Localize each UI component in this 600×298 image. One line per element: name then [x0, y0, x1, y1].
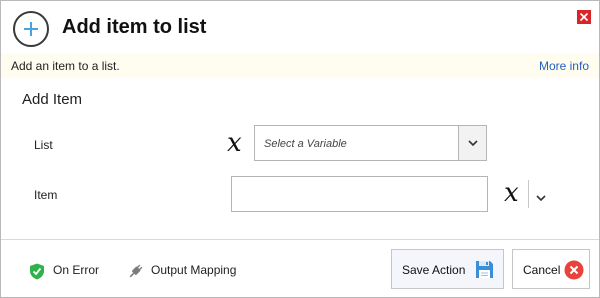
select-dropdown-button[interactable]: [458, 126, 486, 160]
save-action-label: Save Action: [402, 263, 466, 277]
description-text: Add an item to a list.: [11, 59, 120, 73]
close-icon: [579, 12, 589, 22]
plug-icon: [129, 264, 143, 278]
variable-x-icon[interactable]: x: [504, 180, 519, 206]
shield-check-icon: [30, 263, 44, 280]
info-bar: Add an item to a list. More info: [1, 53, 599, 78]
close-button[interactable]: [577, 10, 591, 24]
dialog-title: Add item to list: [62, 16, 207, 38]
cancel-circle-icon: [564, 260, 584, 280]
on-error-label: On Error: [53, 263, 100, 277]
footer-divider: [1, 239, 599, 240]
on-error-link[interactable]: On Error: [29, 263, 104, 280]
more-info-link[interactable]: More info: [539, 59, 589, 73]
separator: [528, 180, 529, 208]
chevron-down-icon: [468, 140, 478, 147]
output-mapping-label: Output Mapping: [151, 263, 237, 277]
chevron-down-icon: [536, 195, 546, 202]
list-label: List: [34, 138, 53, 152]
select-placeholder: Select a Variable: [264, 138, 347, 150]
save-action-button[interactable]: Save Action: [391, 249, 504, 289]
dialog-header: Add item to list: [1, 1, 599, 53]
floppy-disk-icon: [476, 261, 493, 278]
variable-x-icon[interactable]: x: [227, 130, 242, 156]
section-title: Add Item: [22, 91, 83, 108]
item-input[interactable]: [231, 176, 488, 212]
output-mapping-link[interactable]: Output Mapping: [127, 263, 247, 279]
item-label: Item: [34, 188, 58, 202]
cancel-label: Cancel: [523, 263, 561, 277]
list-variable-select[interactable]: Select a Variable: [254, 125, 487, 161]
cancel-button[interactable]: Cancel: [512, 249, 590, 289]
add-item-dialog: Add item to list Add an item to a list. …: [0, 0, 600, 298]
add-circle-icon: [13, 11, 49, 47]
item-options-button[interactable]: [536, 189, 546, 207]
